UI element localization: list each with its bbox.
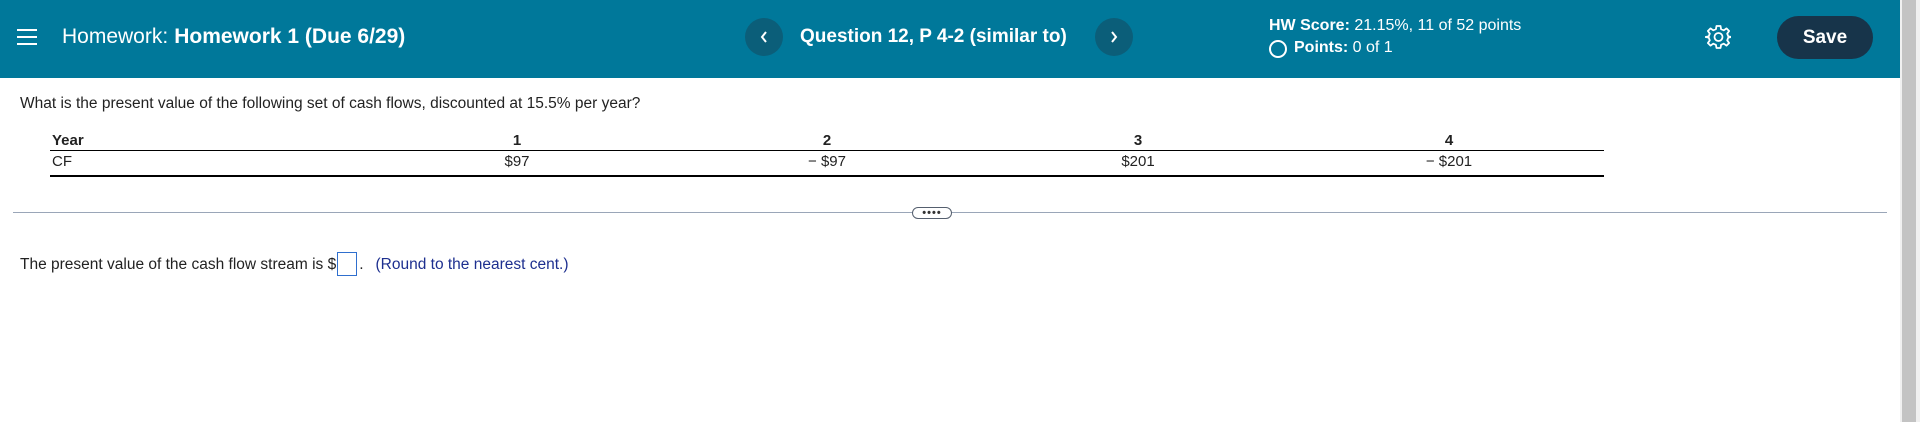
answer-statement: The present value of the cash flow strea… xyxy=(20,252,569,277)
year-header: Year xyxy=(52,132,84,149)
gear-icon[interactable] xyxy=(1704,24,1733,50)
assignment-name[interactable]: Homework 1 (Due 6/29) xyxy=(174,25,405,48)
section-label: Homework: xyxy=(62,25,169,48)
chevron-right-icon xyxy=(1111,31,1118,43)
expand-collapse-button[interactable]: •••• xyxy=(912,207,952,219)
answer-suffix: . xyxy=(359,256,364,274)
question-prompt: What is the present value of the followi… xyxy=(20,95,641,112)
table-row: CF $97 − $97 $201 − $201 xyxy=(50,151,1604,177)
points-value: 0 of 1 xyxy=(1352,39,1393,56)
rounding-hint: (Round to the nearest cent.) xyxy=(375,256,569,274)
year-cell: 3 xyxy=(1133,132,1143,149)
cash-flow-table: Year 1 2 3 4 CF $97 − $97 $201 − $201 xyxy=(50,130,1604,177)
hw-score-line[interactable]: HW Score: 21.15%, 11 of 52 points xyxy=(1269,15,1521,37)
answer-input[interactable] xyxy=(337,252,358,276)
points-line: Points: 0 of 1 xyxy=(1269,37,1521,59)
question-title: Question 12, P 4-2 (similar to) xyxy=(800,26,1067,47)
homework-page: Homework: Homework 1 (Due 6/29) Question … xyxy=(0,0,1920,422)
cash-flow-cell: − $201 xyxy=(1425,153,1473,170)
points-label: Points: xyxy=(1294,39,1349,56)
assignment-title: Homework: Homework 1 (Due 6/29) xyxy=(62,24,405,50)
save-button[interactable]: Save xyxy=(1777,16,1873,59)
cf-row-label: CF xyxy=(52,153,72,170)
year-cell: 2 xyxy=(822,132,832,149)
next-question-button[interactable] xyxy=(1095,18,1133,56)
chevron-left-icon xyxy=(760,31,767,43)
year-cell: 4 xyxy=(1444,132,1454,149)
year-cell: 1 xyxy=(512,132,522,149)
top-header-bar: Homework: Homework 1 (Due 6/29) Question … xyxy=(0,0,1900,78)
scrollbar-thumb[interactable] xyxy=(1902,0,1916,422)
hw-score-label: HW Score: xyxy=(1269,17,1350,34)
hw-score-value: 21.15%, 11 of 52 points xyxy=(1354,17,1522,34)
cash-flow-cell: − $97 xyxy=(808,153,846,170)
score-summary: HW Score: 21.15%, 11 of 52 points Points… xyxy=(1269,15,1521,59)
cash-flow-cell: $201 xyxy=(1121,153,1155,170)
answer-prefix: The present value of the cash flow strea… xyxy=(20,256,337,274)
previous-question-button[interactable] xyxy=(745,18,783,56)
ellipsis-icon: •••• xyxy=(922,207,942,219)
question-status-icon xyxy=(1269,40,1287,58)
cash-flow-cell: $97 xyxy=(504,153,530,170)
table-header-row: Year 1 2 3 4 xyxy=(50,130,1604,151)
hamburger-menu-icon[interactable] xyxy=(17,29,37,46)
